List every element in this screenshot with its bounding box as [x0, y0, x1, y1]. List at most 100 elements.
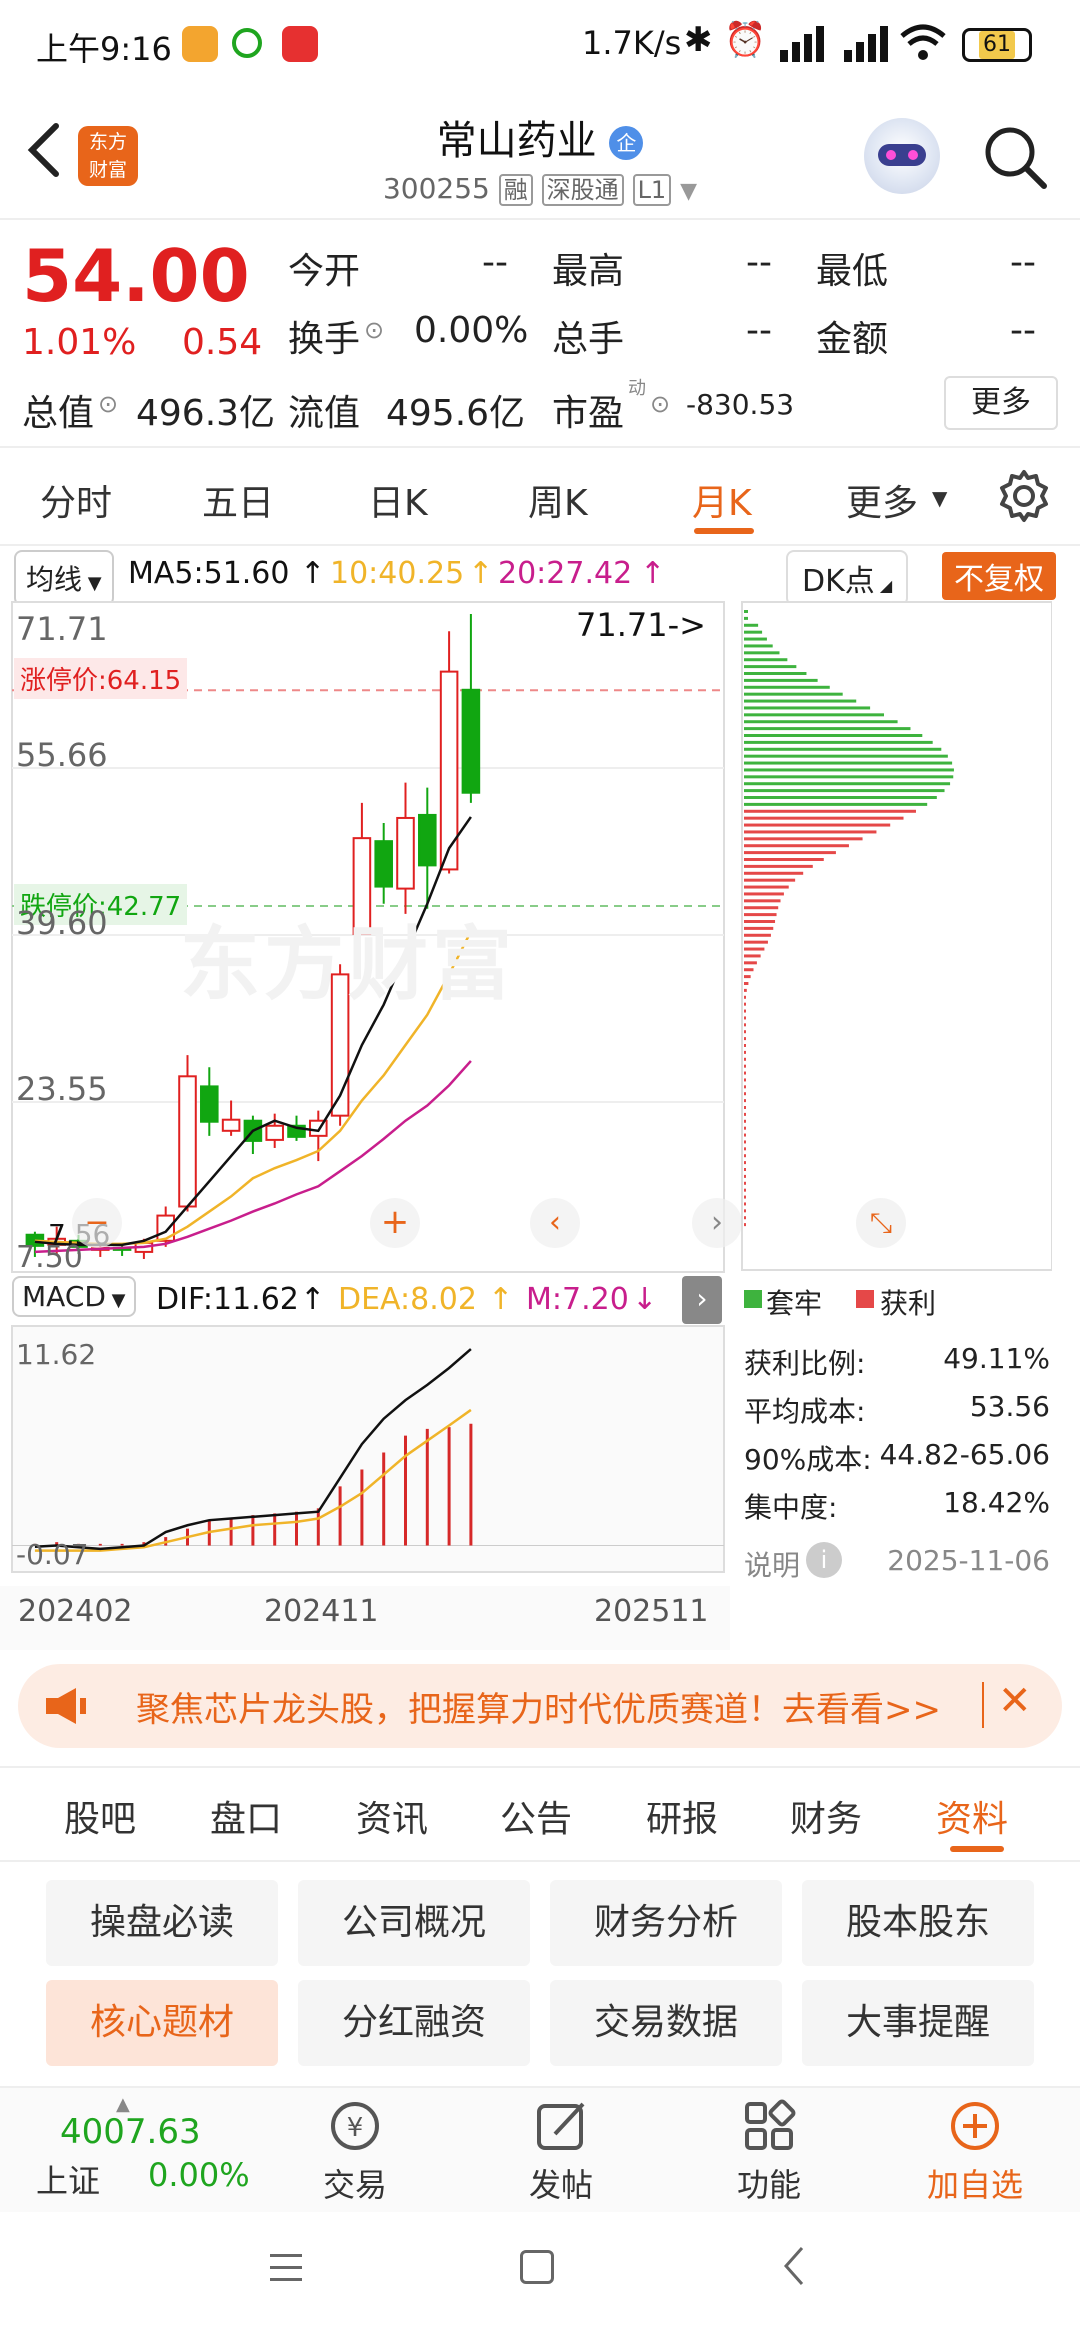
- info-icon[interactable]: ⊙: [650, 390, 670, 418]
- stat-label: 集中度:: [744, 1491, 838, 1524]
- chip-bar: [744, 858, 824, 861]
- pe-value: -830.53: [686, 388, 795, 421]
- chevron-down-icon[interactable]: ▼: [680, 179, 697, 204]
- scroll-left-icon[interactable]: ‹: [530, 1198, 580, 1248]
- tab-orderbook[interactable]: 盘口: [210, 1790, 282, 1842]
- zoom-in-icon[interactable]: +: [370, 1198, 420, 1248]
- tab-monthly-k[interactable]: 月K: [692, 474, 752, 526]
- chip-events[interactable]: 大事提醒: [802, 1980, 1034, 2066]
- function-button[interactable]: 功能: [724, 2098, 814, 2206]
- chip-bar: [744, 1209, 746, 1213]
- chip-bar: [744, 995, 746, 999]
- chip-bar: [744, 699, 857, 703]
- chip-bar: [744, 809, 916, 813]
- dk-selector-label: DK点: [802, 564, 875, 599]
- ma-selector[interactable]: 均线 ▼: [14, 550, 114, 606]
- info-icon[interactable]: ⊙: [98, 390, 118, 418]
- tab-daily-k[interactable]: 日K: [368, 474, 428, 526]
- chip-bar: [744, 1078, 746, 1082]
- robot-assistant-icon[interactable]: [864, 118, 940, 194]
- chip-bar: [744, 1161, 746, 1165]
- collapse-panel-icon[interactable]: ›: [682, 1276, 722, 1324]
- scroll-right-icon[interactable]: ›: [692, 1198, 742, 1248]
- index-name[interactable]: 上证: [36, 2156, 100, 2202]
- expand-icon[interactable]: ⤡: [856, 1198, 906, 1248]
- tab-news[interactable]: 资讯: [356, 1790, 428, 1842]
- chip-bar: [744, 906, 779, 910]
- note-link[interactable]: 说明: [744, 1544, 800, 1584]
- active-subtab-indicator: [950, 1846, 1004, 1852]
- search-icon[interactable]: [980, 122, 1050, 192]
- index-value[interactable]: 4007.63: [60, 2112, 201, 2152]
- info-icon[interactable]: i: [806, 1542, 842, 1578]
- date-label: 202411: [264, 1594, 379, 1629]
- macd-top-label: 11.62: [16, 1338, 97, 1371]
- stat-label: 90%成本:: [744, 1443, 872, 1476]
- tab-announcements[interactable]: 公告: [500, 1790, 572, 1842]
- y-axis-low: 7.50: [16, 1240, 83, 1275]
- tab-timeshare[interactable]: 分时: [40, 474, 112, 526]
- add-watchlist-label: 加自选: [926, 2166, 1023, 2204]
- chip-bar: [744, 1133, 746, 1137]
- tab-profile[interactable]: 资料: [936, 1790, 1008, 1842]
- index-change[interactable]: 0.00%: [148, 2156, 250, 2194]
- chip-bar: [744, 775, 954, 779]
- more-button[interactable]: 更多: [944, 376, 1058, 430]
- post-label: 发帖: [528, 2166, 593, 2204]
- chip-bar: [744, 740, 933, 744]
- stock-header: 东方 财富 常山药业 企 300255 融 深股通 L1 ▼: [0, 90, 1080, 220]
- promo-banner[interactable]: 聚焦芯片龙头股，把握算力时代优质赛道！去看看>> ✕: [18, 1664, 1062, 1748]
- date-axis: 202402 202411 202511: [0, 1586, 730, 1650]
- chip-shareholders[interactable]: 股本股东: [802, 1880, 1034, 1966]
- chip-bar: [744, 623, 759, 627]
- zoom-out-icon[interactable]: −: [72, 1198, 122, 1248]
- tab-more[interactable]: 更多: [846, 474, 918, 526]
- macd-selector-label: MACD: [22, 1280, 106, 1313]
- price-change: 0.54: [182, 322, 263, 363]
- chip-dividends[interactable]: 分红融资: [298, 1980, 530, 2066]
- chip-bar: [744, 685, 830, 689]
- chip-bar: [744, 864, 813, 868]
- menu-icon[interactable]: [268, 2252, 304, 2284]
- home-icon[interactable]: [520, 2250, 554, 2284]
- tab-forum[interactable]: 股吧: [64, 1790, 136, 1842]
- chip-trading-must-read[interactable]: 操盘必读: [46, 1880, 278, 1966]
- tab-research[interactable]: 研报: [646, 1790, 718, 1842]
- chip-distribution-chart: [741, 601, 1052, 1271]
- bottom-nav: ▲ 4007.63 上证 0.00% ¥ 交易 发帖 功能 加自选: [0, 2086, 1080, 2212]
- chip-company-overview[interactable]: 公司概况: [298, 1880, 530, 1966]
- macd-selector[interactable]: MACD ▼: [12, 1276, 136, 1317]
- notification-network-icon: [232, 28, 262, 58]
- high-marker: 71.71->: [576, 606, 706, 644]
- chip-bar: [744, 920, 776, 923]
- chip-trading-data[interactable]: 交易数据: [550, 1980, 782, 2066]
- chip-bar: [744, 692, 843, 696]
- post-button[interactable]: 发帖: [516, 2098, 606, 2206]
- m-value: M:7.20: [526, 1282, 629, 1317]
- chip-financial-analysis[interactable]: 财务分析: [550, 1880, 782, 1966]
- back-nav-icon[interactable]: [780, 2244, 810, 2288]
- y-axis-label: 23.55: [16, 1070, 108, 1108]
- tab-finance[interactable]: 财务: [790, 1790, 862, 1842]
- adjust-button[interactable]: 不复权: [942, 552, 1056, 600]
- trade-button[interactable]: ¥ 交易: [310, 2098, 400, 2206]
- chip-core-themes[interactable]: 核心题材: [46, 1980, 278, 2066]
- add-watchlist-button[interactable]: 加自选: [920, 2098, 1030, 2206]
- profit-legend: 获利: [880, 1287, 937, 1320]
- tab-weekly-k[interactable]: 周K: [528, 474, 588, 526]
- volume-value: --: [746, 310, 772, 351]
- amount-label: 金额: [816, 319, 889, 360]
- gear-icon[interactable]: [996, 468, 1052, 524]
- pe-superscript: 动: [628, 378, 646, 399]
- dk-selector[interactable]: DK点 ◢: [786, 550, 909, 606]
- chip-bar: [744, 968, 754, 972]
- date-label: 202511: [594, 1594, 709, 1629]
- chip-bar: [744, 720, 898, 724]
- function-label: 功能: [736, 2166, 801, 2204]
- chip-bar: [744, 678, 818, 682]
- info-icon[interactable]: ⊙: [364, 316, 384, 344]
- tab-five-day[interactable]: 五日: [202, 474, 274, 526]
- turnover-label: 换手: [288, 319, 361, 360]
- close-icon[interactable]: ✕: [998, 1678, 1032, 1724]
- notification-app-icon: [182, 26, 218, 62]
